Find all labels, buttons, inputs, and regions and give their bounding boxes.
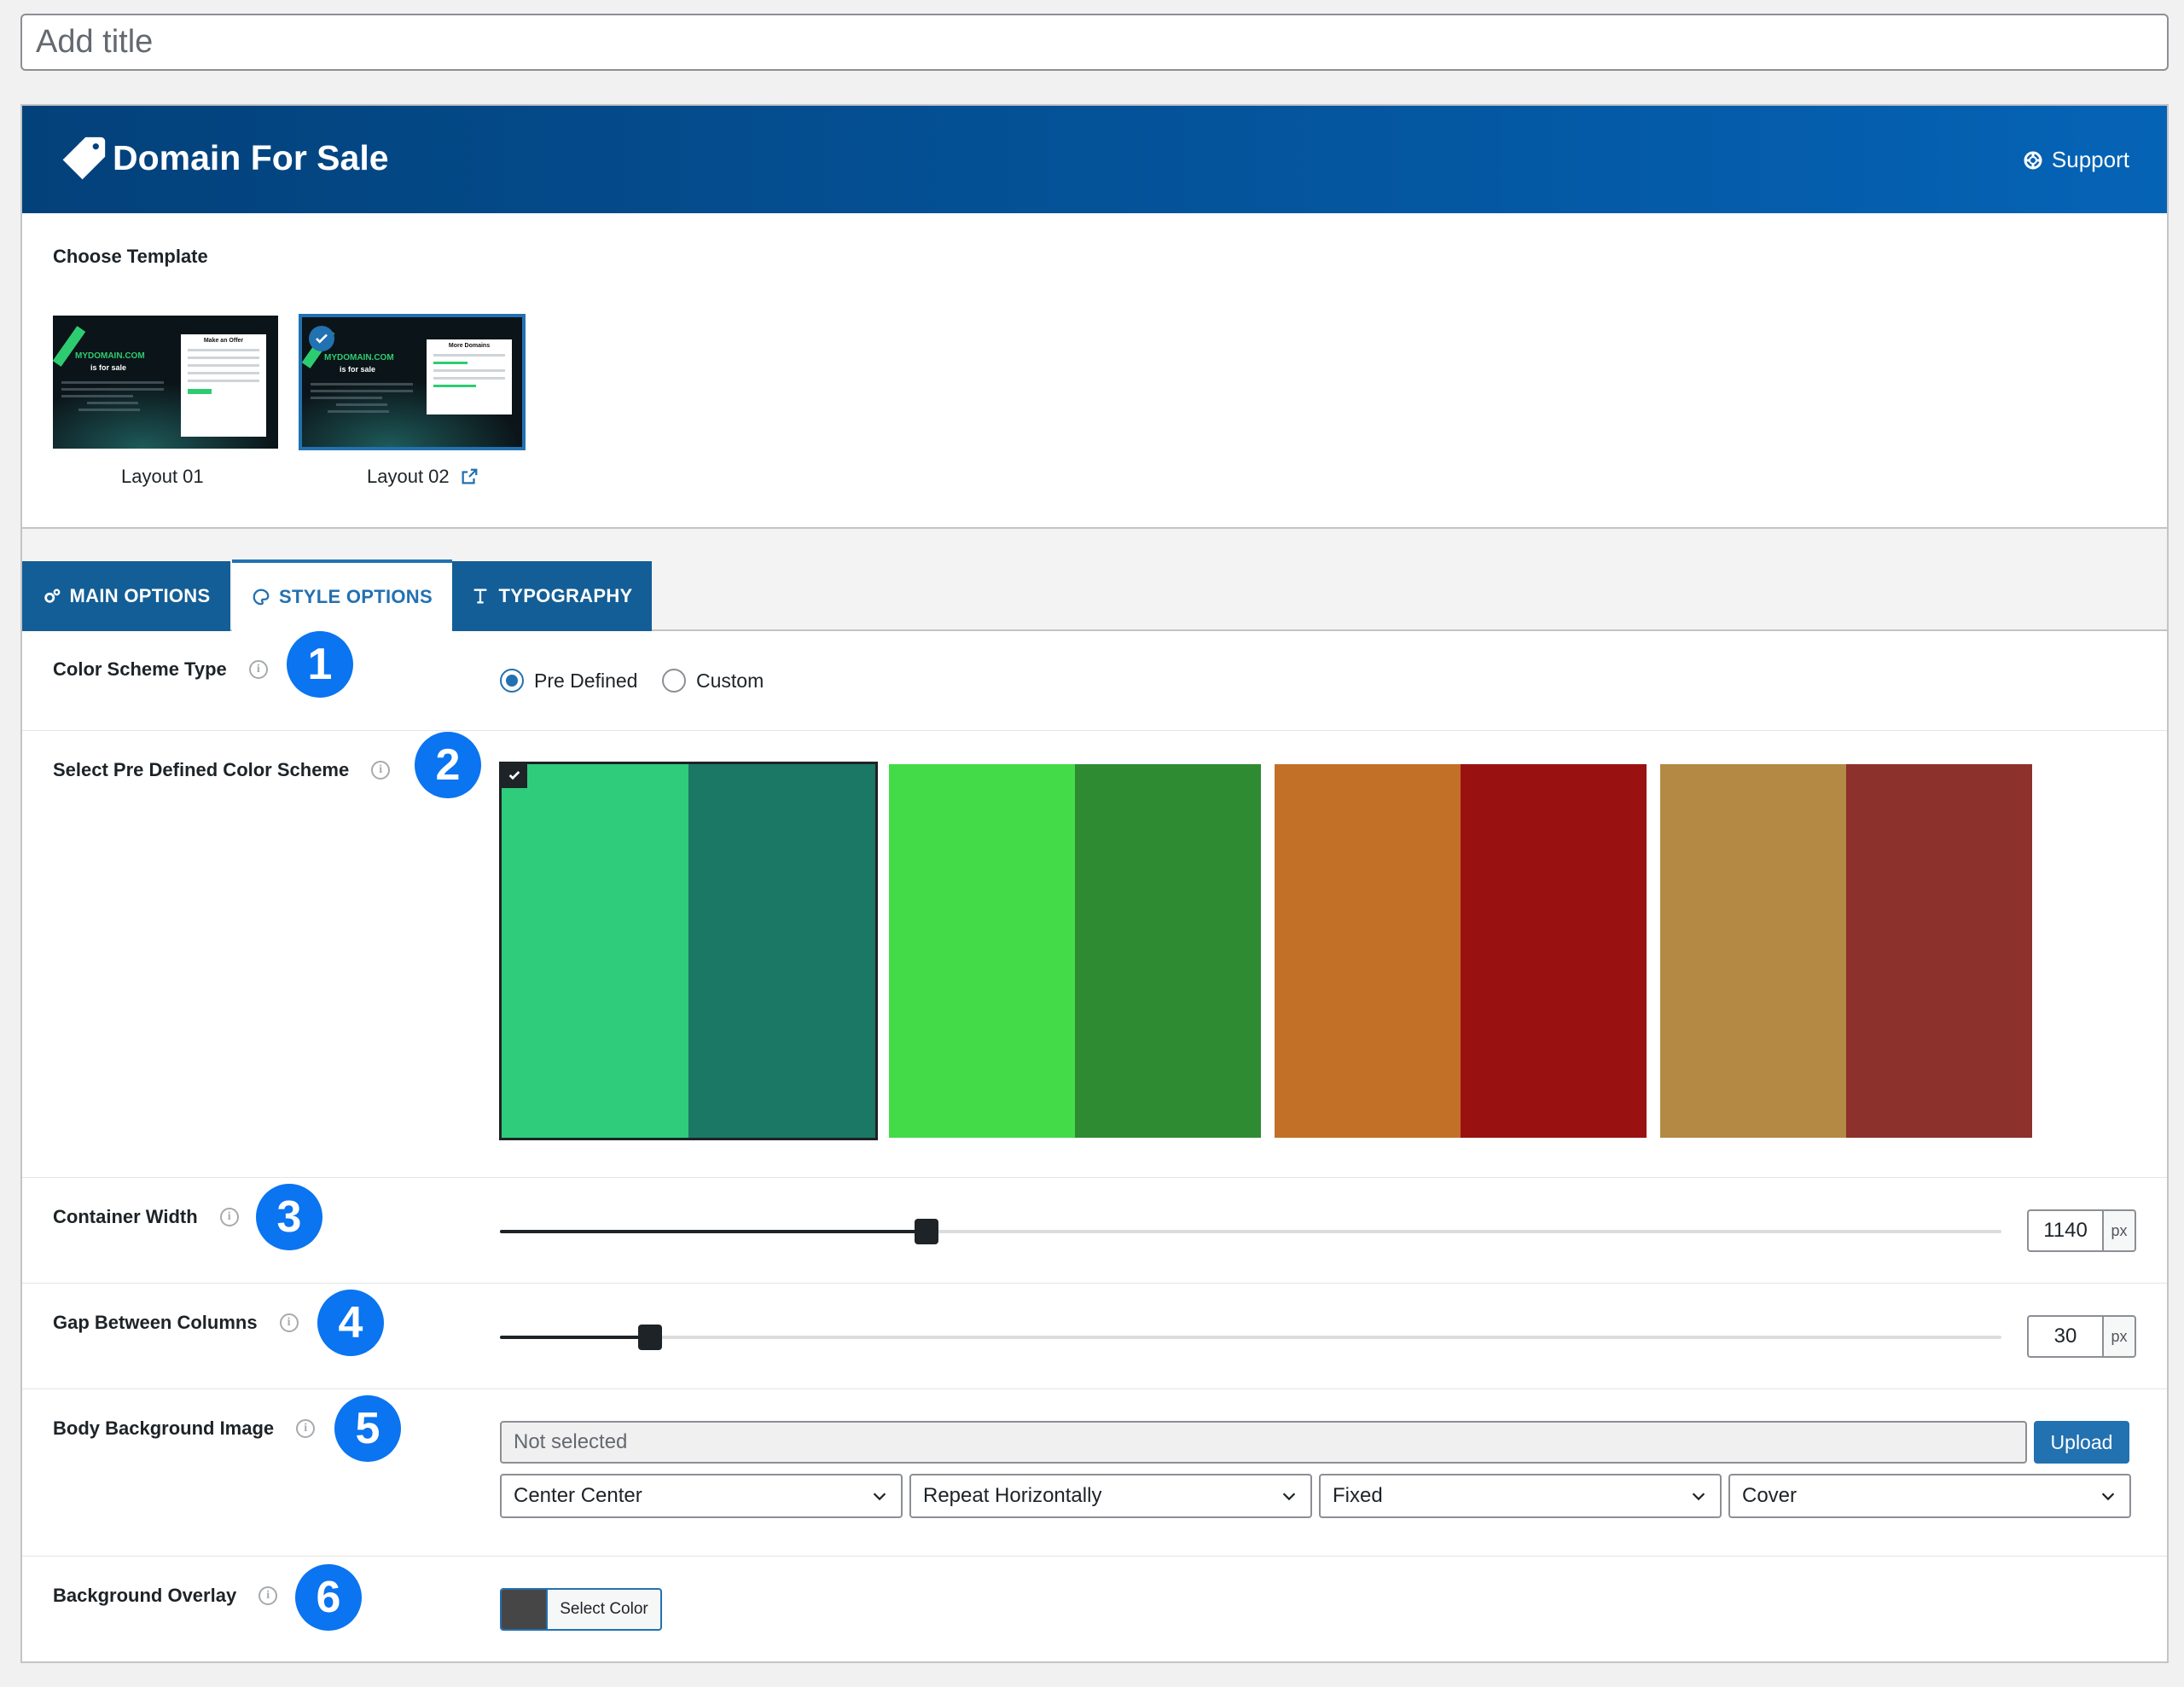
preview-status: is for sale: [90, 363, 127, 372]
container-width-input[interactable]: 1140: [2027, 1209, 2102, 1252]
chevron-down-icon: [1692, 1493, 1705, 1501]
choose-template-label: Choose Template: [53, 246, 208, 267]
layout-02-caption: Layout 02: [367, 466, 479, 488]
chevron-down-icon: [2101, 1493, 2115, 1501]
bg-image-path-input[interactable]: Not selected: [500, 1421, 2027, 1464]
color-scheme-1[interactable]: [499, 762, 878, 1140]
chevron-down-icon: [873, 1493, 886, 1501]
predefined-scheme-label: Select Pre Defined Color Scheme i: [53, 759, 391, 781]
color-scheme-4[interactable]: [1660, 764, 2032, 1138]
plugin-panel: Domain For Sale Support Choose Template …: [20, 104, 2169, 1663]
annotation-badge-4: 4: [317, 1290, 384, 1356]
support-link[interactable]: Support: [2023, 147, 2129, 173]
info-icon[interactable]: i: [296, 1419, 316, 1438]
info-icon[interactable]: i: [248, 660, 268, 679]
palette-icon: [253, 588, 270, 606]
price-tag-icon: [62, 136, 106, 180]
bg-overlay-label: Background Overlay i: [53, 1585, 278, 1607]
bg-repeat-select[interactable]: Repeat Horizontally: [909, 1474, 1312, 1518]
annotation-badge-1: 1: [287, 631, 353, 698]
slider-handle[interactable]: [638, 1325, 662, 1350]
preview-card-title: Make an Offer: [203, 338, 244, 344]
slider-handle[interactable]: [915, 1219, 938, 1244]
plugin-header: Domain For Sale Support: [22, 106, 2167, 213]
chevron-down-icon: [1282, 1493, 1296, 1501]
preview-card-title: More Domains: [448, 343, 491, 349]
info-icon[interactable]: i: [279, 1313, 299, 1332]
selected-check-icon: [309, 326, 334, 351]
external-link-icon[interactable]: [460, 467, 479, 486]
gap-columns-label: Gap Between Columns i: [53, 1312, 299, 1334]
upload-button[interactable]: Upload: [2034, 1421, 2129, 1464]
color-swatch: [502, 1590, 548, 1629]
bg-position-select[interactable]: Center Center: [500, 1474, 903, 1518]
slider-fill: [500, 1336, 650, 1339]
scheme-check-icon: [502, 762, 527, 788]
body-bg-image-label: Body Background Image i: [53, 1417, 316, 1440]
select-color-button[interactable]: Select Color: [500, 1588, 662, 1631]
annotation-badge-6: 6: [295, 1564, 362, 1631]
radio-predefined[interactable]: Pre Defined: [500, 669, 637, 693]
layout-01-caption: Layout 01: [121, 466, 204, 487]
container-width-slider[interactable]: [500, 1219, 2001, 1244]
gap-columns-unit: px: [2102, 1315, 2136, 1358]
annotation-badge-2: 2: [415, 732, 481, 798]
container-width-unit: px: [2102, 1209, 2136, 1252]
radio-custom[interactable]: Custom: [662, 669, 764, 693]
slider-fill: [500, 1230, 926, 1233]
preview-status: is for sale: [340, 365, 376, 374]
info-icon[interactable]: i: [371, 761, 391, 780]
typography-icon: [474, 588, 487, 604]
template-layout-02[interactable]: MYDOMAIN.COM is for sale More Domains: [299, 314, 526, 450]
tab-typography[interactable]: TYPOGRAPHY: [452, 561, 652, 631]
info-icon[interactable]: i: [219, 1208, 239, 1226]
preview-domain: MYDOMAIN.COM: [75, 351, 145, 361]
lifebuoy-icon: [2024, 151, 2042, 169]
tab-style-options[interactable]: STYLE OPTIONS: [232, 559, 452, 631]
title-input[interactable]: [20, 14, 2169, 71]
color-scheme-3[interactable]: [1275, 764, 1647, 1138]
container-width-label: Container Width i: [53, 1206, 239, 1228]
tab-main-options[interactable]: MAIN OPTIONS: [22, 561, 230, 631]
color-scheme-2[interactable]: [889, 764, 1261, 1138]
gap-columns-input[interactable]: 30: [2027, 1315, 2102, 1358]
bg-attachment-select[interactable]: Fixed: [1319, 1474, 1722, 1518]
annotation-badge-5: 5: [334, 1395, 401, 1462]
brand-title: Domain For Sale: [113, 137, 389, 177]
annotation-badge-3: 3: [256, 1184, 322, 1250]
color-scheme-type-label: Color Scheme Type i: [53, 658, 268, 681]
gears-icon: [44, 588, 60, 603]
preview-domain: MYDOMAIN.COM: [324, 353, 394, 362]
support-label: Support: [2051, 147, 2129, 172]
template-layout-01[interactable]: MYDOMAIN.COM is for sale Make an Offer: [53, 316, 278, 449]
gap-columns-slider[interactable]: [500, 1325, 2001, 1350]
brand-logo: Domain For Sale: [60, 133, 389, 183]
bg-size-select[interactable]: Cover: [1728, 1474, 2131, 1518]
info-icon[interactable]: i: [258, 1586, 278, 1605]
